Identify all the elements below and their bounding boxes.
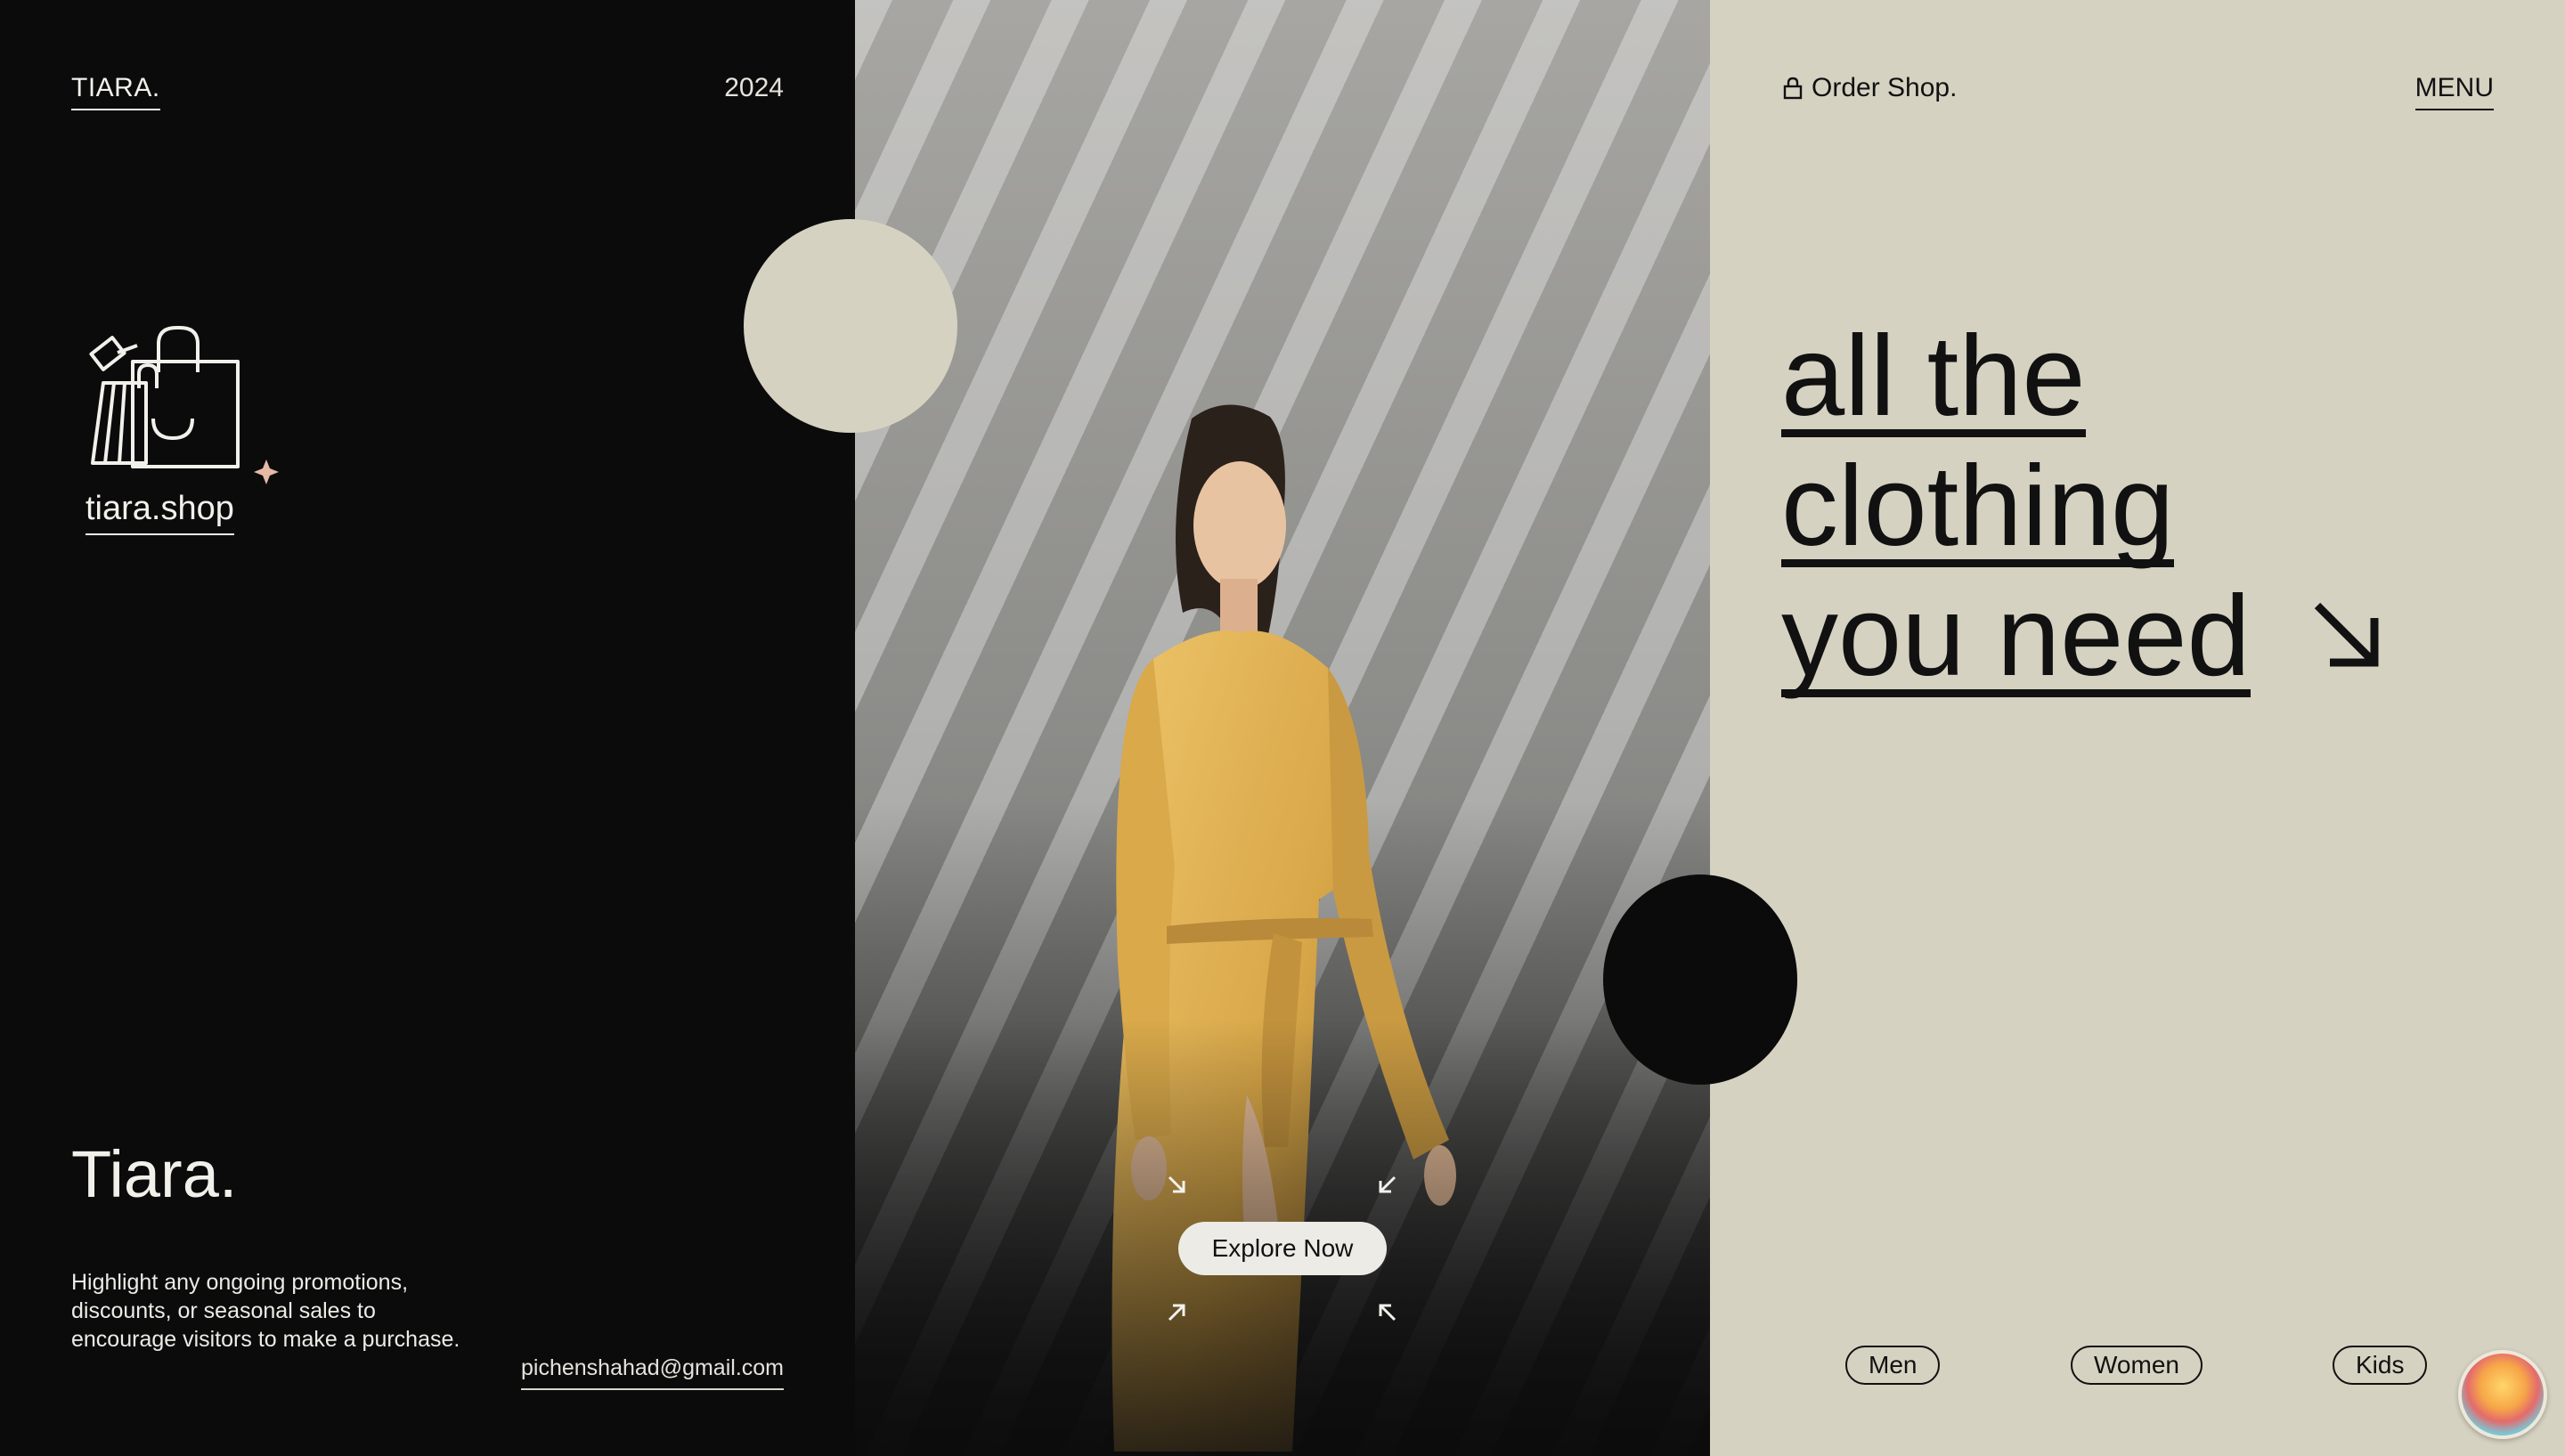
lock-icon	[1783, 77, 1803, 100]
menu-button[interactable]: MENU	[2414, 73, 2494, 110]
promo-text: Highlight any ongoing promotions, discou…	[71, 1270, 460, 1352]
arrow-down-right-icon	[2315, 602, 2379, 667]
category-men[interactable]: Men	[1845, 1346, 1941, 1385]
year-label: 2024	[724, 73, 784, 102]
right-panel: Order Shop. MENU all the clothing you ne…	[1710, 0, 2565, 1456]
category-kids[interactable]: Kids	[2333, 1346, 2428, 1385]
left-panel: TIARA. 2024 tiara.shop Tiara. Highlight …	[0, 0, 855, 1456]
order-shop-link[interactable]: Order Shop.	[1783, 73, 1957, 103]
decorative-circle	[744, 219, 957, 433]
arrow-up-left-icon	[1379, 1304, 1396, 1322]
headline: all the clothing you need	[1781, 312, 2389, 702]
brand-heading: Tiara.	[71, 1137, 238, 1211]
order-shop-label: Order Shop.	[1812, 73, 1958, 102]
headline-line-2: clothing	[1781, 443, 2175, 570]
arrow-up-right-icon	[1168, 1304, 1185, 1322]
explore-now-button[interactable]: Explore Now	[1178, 1222, 1387, 1275]
logo-text[interactable]: tiara.shop	[86, 490, 234, 535]
brand-link[interactable]: TIARA.	[71, 73, 160, 110]
shopping-bag-icon	[89, 326, 279, 484]
decorative-circle	[1603, 874, 1797, 1085]
category-women[interactable]: Women	[2071, 1346, 2203, 1385]
headline-line-1: all the	[1781, 313, 2086, 440]
arrow-down-left-icon	[1379, 1175, 1396, 1193]
arrow-down-right-icon	[1168, 1175, 1185, 1193]
email-link[interactable]: pichenshahad@gmail.com	[521, 1355, 784, 1390]
sparkle-icon	[254, 460, 279, 484]
avatar[interactable]	[2458, 1350, 2547, 1439]
headline-line-3: you need	[1781, 573, 2251, 700]
